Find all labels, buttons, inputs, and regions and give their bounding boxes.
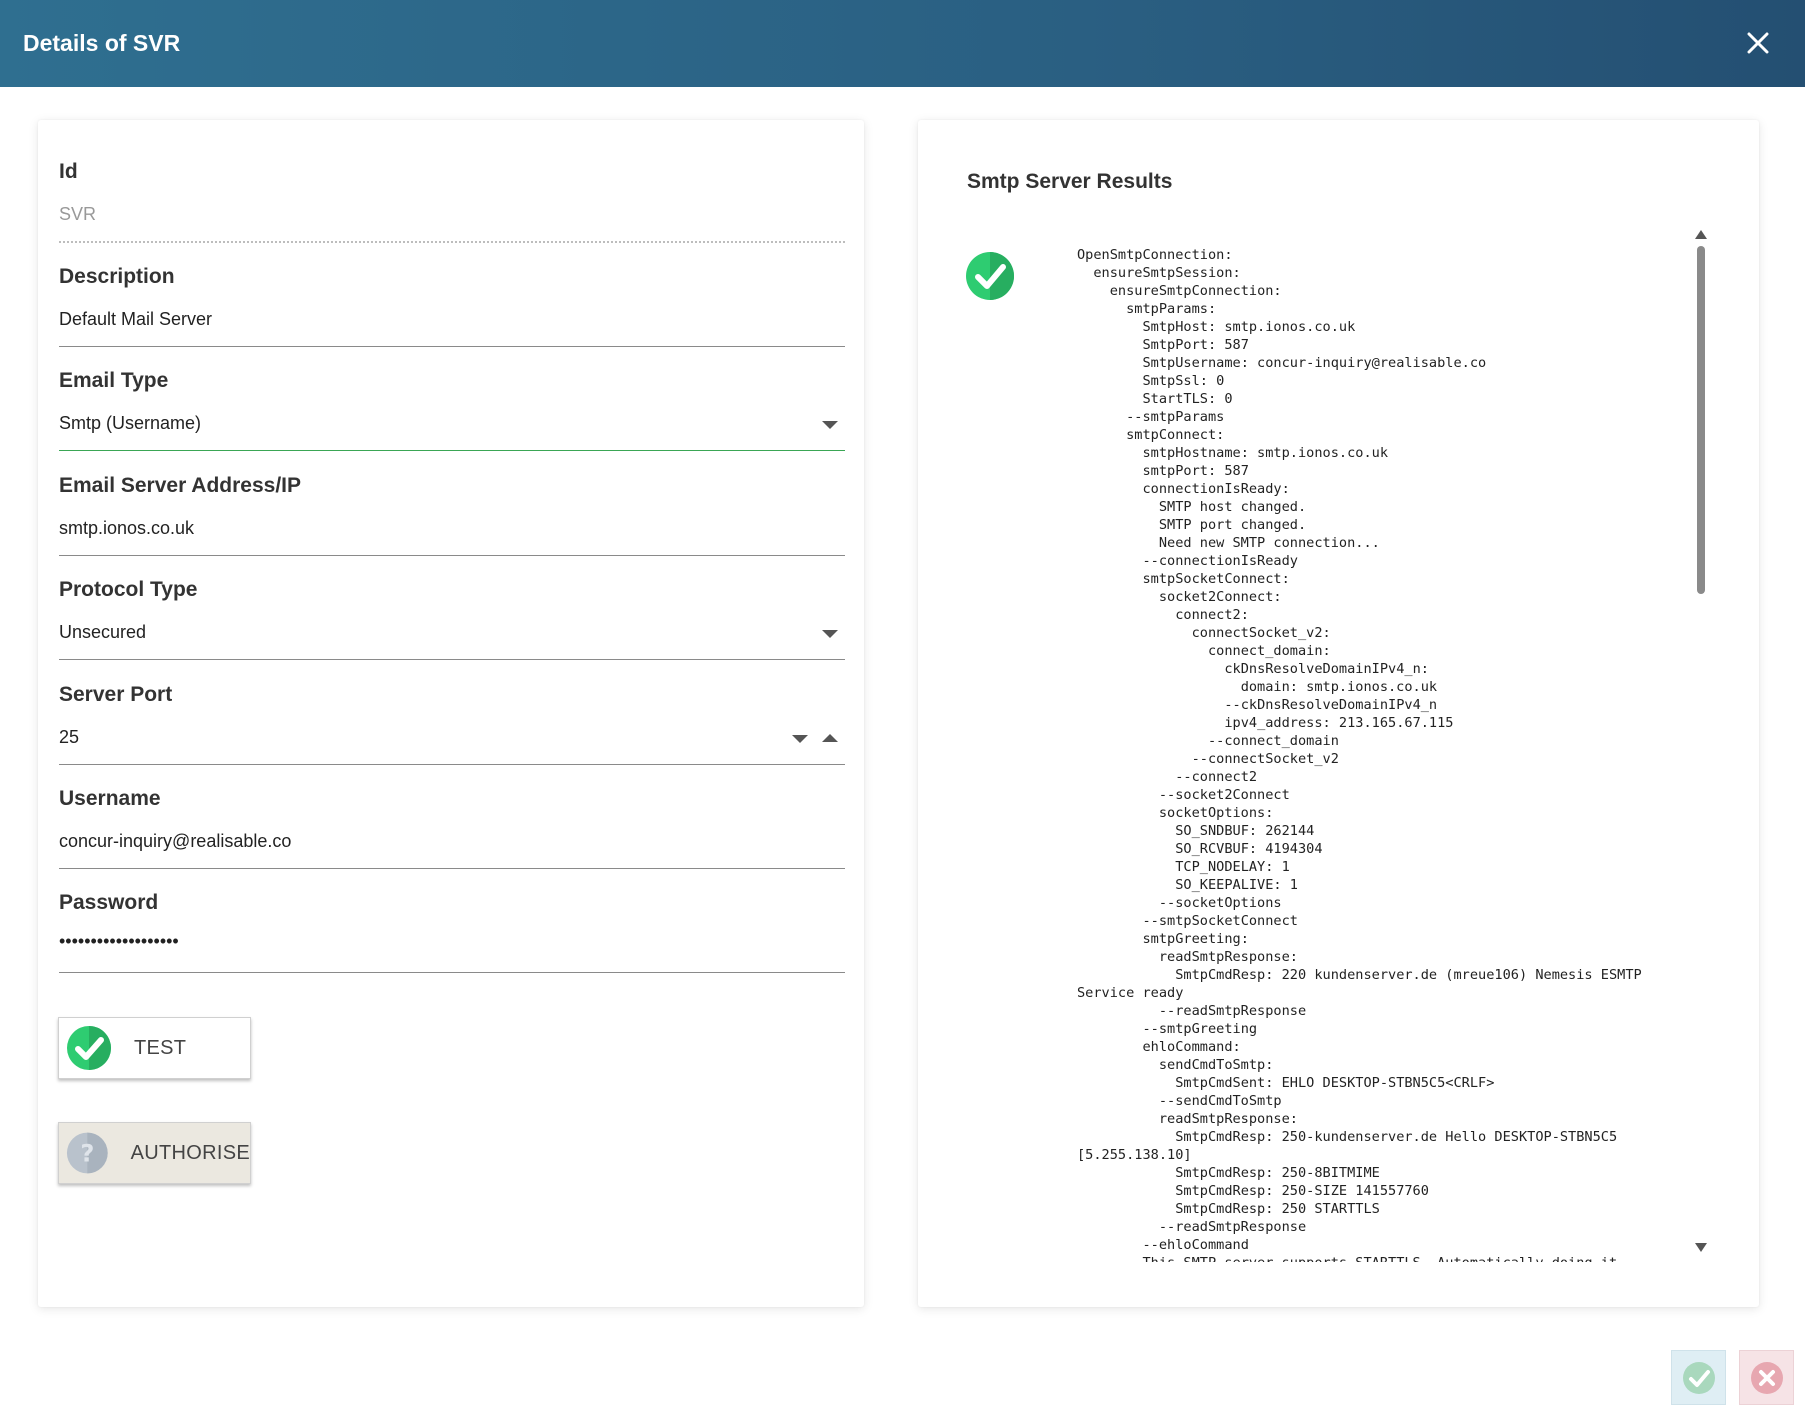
email-type-label: Email Type — [59, 369, 169, 392]
check-circle-icon — [67, 1026, 111, 1070]
id-value: SVR — [59, 204, 97, 224]
server-address-label: Email Server Address/IP — [59, 474, 302, 497]
username-underline — [59, 868, 845, 869]
decrement-icon[interactable] — [792, 735, 808, 743]
server-address-underline — [59, 555, 845, 556]
scroll-up-icon[interactable] — [1695, 230, 1707, 239]
success-icon — [966, 252, 1014, 300]
protocol-type-select[interactable]: Unsecured — [59, 622, 146, 643]
id-underline — [59, 241, 845, 243]
svg-text:?: ? — [80, 1139, 94, 1167]
server-port-underline — [59, 764, 845, 765]
password-input[interactable]: ••••••••••••••••••• — [59, 931, 179, 952]
description-underline — [59, 346, 845, 347]
chevron-down-icon[interactable] — [822, 421, 838, 429]
results-title: Smtp Server Results — [967, 170, 1173, 193]
email-type-select[interactable]: Smtp (Username) — [59, 413, 201, 434]
protocol-type-field[interactable]: Protocol Type Unsecured — [59, 578, 845, 660]
authorise-button[interactable]: ? AUTHORISE — [58, 1122, 251, 1184]
test-button[interactable]: TEST — [58, 1017, 251, 1079]
protocol-type-underline — [59, 659, 845, 660]
description-label: Description — [59, 265, 175, 288]
email-type-field[interactable]: Email Type Smtp (Username) — [59, 369, 845, 451]
username-input[interactable]: concur-inquiry@realisable.co — [59, 831, 291, 852]
check-icon — [1682, 1361, 1715, 1394]
password-underline — [59, 972, 845, 973]
dialog-title: Details of SVR — [23, 30, 181, 56]
settings-panel: Id SVR Description Default Mail Server E… — [38, 120, 864, 1307]
results-log: OpenSmtpConnection: ensureSmtpSession: e… — [1077, 247, 1642, 1262]
question-circle-icon: ? — [66, 1132, 108, 1174]
server-port-label: Server Port — [59, 683, 173, 706]
description-input[interactable]: Default Mail Server — [59, 309, 212, 330]
dialog-header: Details of SVR — [0, 0, 1805, 87]
server-port-field[interactable]: Server Port 25 — [59, 683, 845, 765]
username-label: Username — [59, 787, 161, 810]
results-panel: Smtp Server Results OpenSmtpConnection: … — [918, 120, 1759, 1307]
results-log-container[interactable]: OpenSmtpConnection: ensureSmtpSession: e… — [1077, 246, 1677, 1262]
id-label: Id — [59, 160, 78, 183]
password-label: Password — [59, 891, 159, 914]
authorise-button-label: AUTHORISE — [130, 1141, 250, 1164]
test-button-label: TEST — [134, 1036, 187, 1059]
protocol-type-label: Protocol Type — [59, 578, 198, 601]
username-field[interactable]: Username concur-inquiry@realisable.co — [59, 787, 845, 869]
server-port-input[interactable]: 25 — [59, 727, 79, 748]
server-address-field[interactable]: Email Server Address/IP smtp.ionos.co.uk — [59, 474, 845, 556]
results-scrollbar[interactable] — [1694, 230, 1708, 1252]
id-field: Id SVR — [59, 160, 845, 243]
description-field[interactable]: Description Default Mail Server — [59, 265, 845, 347]
close-icon[interactable] — [1739, 24, 1777, 62]
increment-icon[interactable] — [822, 734, 838, 742]
scrollbar-thumb[interactable] — [1697, 246, 1705, 594]
cancel-icon — [1750, 1361, 1783, 1394]
email-type-underline — [59, 450, 845, 451]
server-address-input[interactable]: smtp.ionos.co.uk — [59, 518, 194, 539]
cancel-button[interactable] — [1739, 1350, 1794, 1405]
password-field[interactable]: Password ••••••••••••••••••• — [59, 891, 845, 973]
confirm-button[interactable] — [1671, 1350, 1726, 1405]
chevron-down-icon[interactable] — [822, 630, 838, 638]
scroll-down-icon[interactable] — [1695, 1243, 1707, 1252]
